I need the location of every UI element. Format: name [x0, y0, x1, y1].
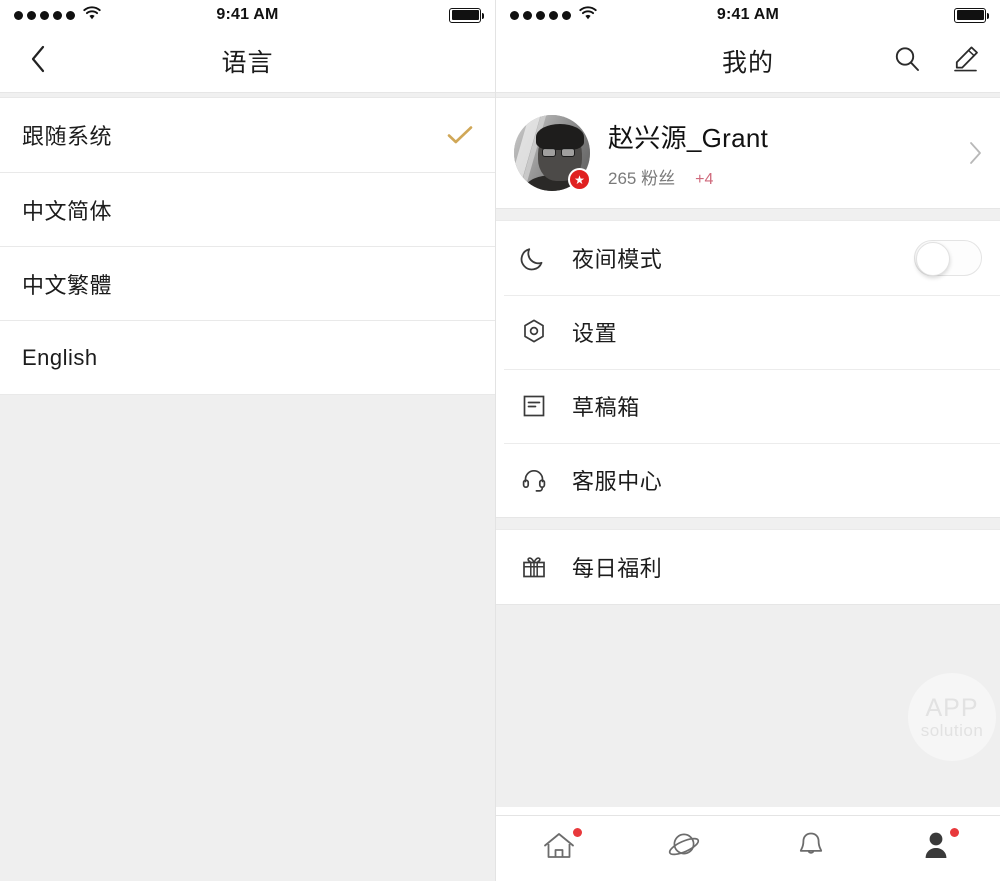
pencil-icon	[950, 44, 980, 79]
settings-menu-group-2: 每日福利	[496, 530, 1000, 604]
nav-actions	[890, 44, 982, 78]
nav-bar-left: 语言	[0, 30, 495, 92]
followers-delta: +4	[695, 170, 714, 188]
watermark-line-2: solution	[920, 720, 984, 740]
battery-indicator	[449, 7, 484, 23]
profile-name: 赵兴源_Grant	[608, 122, 769, 153]
language-option-list: 跟随系统 中文简体 中文繁體 English	[0, 98, 495, 394]
profile-screen: 9:41 AM 我的 ★ 赵兴源_Grant 265 粉丝 +4 夜间模式 设置…	[496, 0, 1000, 881]
profile-info: 赵兴源_Grant 265 粉丝 +4	[608, 118, 768, 189]
tab-notifications[interactable]	[748, 816, 874, 881]
tab-bar	[496, 815, 1000, 881]
content-placeholder-area: APP solution	[496, 604, 1000, 807]
status-bar-right: 9:41 AM	[496, 0, 1000, 30]
draft-document-icon	[514, 391, 554, 421]
moon-icon	[514, 243, 554, 273]
tab-discover[interactable]	[622, 816, 748, 881]
followers-count: 265 粉丝	[608, 168, 676, 188]
menu-item-night-mode[interactable]: 夜间模式	[496, 221, 1000, 295]
profile-stats: 265 粉丝 +4	[608, 164, 768, 189]
language-screen: 9:41 AM 语言 跟随系统 中文简体 中文繁體 English	[0, 0, 496, 881]
empty-area	[0, 394, 495, 881]
settings-menu-group-1: 夜间模式 设置 草稿箱 客服中心	[496, 221, 1000, 517]
language-option-label: English	[22, 344, 98, 370]
status-time: 9:41 AM	[216, 6, 279, 23]
gear-icon	[514, 317, 554, 347]
status-time: 9:41 AM	[716, 6, 780, 23]
gift-icon	[514, 552, 554, 582]
person-icon	[920, 828, 959, 868]
search-icon	[892, 44, 922, 79]
menu-item-support[interactable]: 客服中心	[496, 443, 1000, 517]
language-option-row[interactable]: 中文繁體	[0, 246, 495, 320]
section-separator	[496, 208, 1000, 221]
language-option-row[interactable]: 跟随系统	[0, 98, 495, 172]
language-option-label: 跟随系统	[22, 124, 113, 149]
search-button[interactable]	[890, 44, 924, 78]
notification-dot	[573, 828, 582, 837]
page-title: 语言	[221, 49, 274, 77]
home-icon	[541, 828, 582, 868]
language-option-row[interactable]: 中文简体	[0, 172, 495, 246]
bell-icon	[795, 829, 827, 868]
headset-icon	[514, 465, 554, 495]
back-chevron-icon	[30, 45, 46, 78]
tab-home[interactable]	[496, 816, 622, 881]
battery-indicator	[954, 7, 989, 23]
dual-screenshot: 9:41 AM 语言 跟随系统 中文简体 中文繁體 English 9:41 A…	[0, 0, 1000, 881]
language-option-row[interactable]: English	[0, 320, 495, 394]
back-button[interactable]	[18, 41, 58, 81]
language-option-label: 中文简体	[22, 198, 113, 224]
app-solution-watermark: APP solution	[908, 673, 996, 761]
compose-button[interactable]	[948, 44, 982, 78]
menu-item-daily-benefits[interactable]: 每日福利	[496, 530, 1000, 604]
toggle-switch-off[interactable]	[914, 240, 982, 276]
star-icon: ★	[574, 172, 585, 187]
checkmark-icon	[447, 125, 473, 145]
menu-item-label: 草稿箱	[572, 395, 640, 420]
verified-star-badge: ★	[568, 168, 591, 191]
menu-item-label: 设置	[572, 321, 618, 346]
notification-dot	[950, 828, 959, 837]
planet-icon	[666, 829, 704, 868]
status-bar-left: 9:41 AM	[0, 0, 495, 30]
menu-item-label: 夜间模式	[572, 247, 663, 272]
menu-item-label: 客服中心	[572, 469, 663, 494]
chevron-right-icon	[968, 141, 982, 165]
battery-full-icon	[954, 7, 989, 23]
nav-bar-right: 我的	[496, 30, 1000, 92]
watermark-line-1: APP	[925, 693, 979, 722]
avatar-wrapper: ★	[514, 115, 591, 191]
language-option-label: 中文繁體	[22, 272, 113, 298]
menu-item-label: 每日福利	[572, 556, 663, 581]
menu-item-drafts[interactable]: 草稿箱	[496, 369, 1000, 443]
tab-profile[interactable]	[874, 816, 1000, 881]
night-mode-toggle[interactable]	[914, 240, 982, 276]
section-separator	[496, 517, 1000, 530]
battery-full-icon	[449, 7, 484, 23]
profile-card[interactable]: ★ 赵兴源_Grant 265 粉丝 +4	[496, 98, 1000, 208]
menu-item-settings[interactable]: 设置	[496, 295, 1000, 369]
